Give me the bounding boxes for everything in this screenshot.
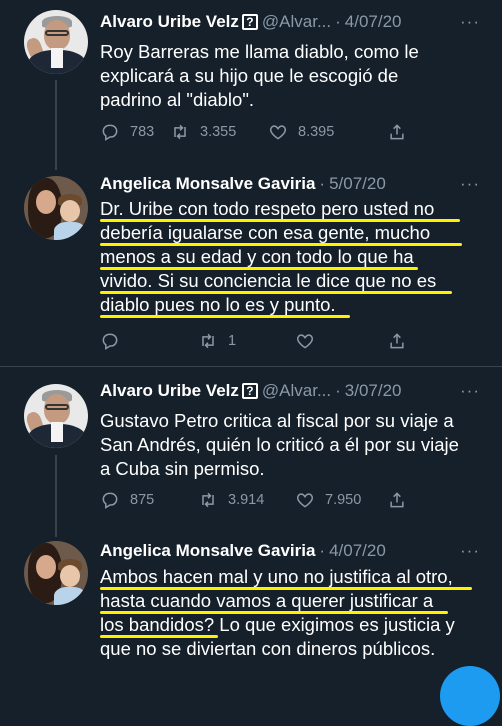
like-count: 8.395: [298, 124, 335, 140]
retweet-button[interactable]: 3.355: [170, 121, 236, 143]
display-name[interactable]: Angelica Monsalve Gaviria: [100, 539, 315, 563]
highlight-underline: [100, 243, 462, 246]
display-name[interactable]: Angelica Monsalve Gaviria: [100, 172, 315, 196]
highlight-underline: [100, 219, 460, 222]
more-options-icon[interactable]: ···: [460, 172, 480, 196]
more-options-icon[interactable]: ···: [460, 379, 480, 403]
highlight-underline: [100, 587, 472, 590]
reply-count: 783: [130, 124, 155, 140]
reply-icon: [102, 333, 118, 350]
share-icon: [390, 492, 404, 508]
share-button[interactable]: [387, 330, 407, 352]
display-name[interactable]: Alvaro Uribe Velz: [100, 379, 239, 403]
timestamp[interactable]: 3/07/20: [345, 379, 402, 403]
tweet-header: Alvaro Uribe Velz ? @Alvar... · 3/07/20 …: [100, 379, 484, 403]
separator-dot: ·: [319, 541, 326, 560]
verified-icon: ?: [241, 383, 258, 399]
action-bar: 875 3.914 7.950: [100, 489, 420, 511]
text-line: debería igualarse con esa gente, mucho: [100, 222, 431, 243]
retweet-icon: [202, 492, 214, 508]
retweet-icon: [174, 124, 186, 140]
text-line: diablo pues no lo es y punto.: [100, 294, 336, 315]
text-line: Dr. Uribe con todo respeto pero usted no: [100, 198, 435, 219]
handle[interactable]: @Alvar...: [262, 10, 331, 34]
text-line: hasta cuando vamos a querer justificar a: [100, 590, 434, 611]
reply-button[interactable]: 875: [100, 489, 154, 511]
text-line: Ambos hacen mal y uno no justifica al ot…: [100, 566, 453, 587]
verified-icon: ?: [241, 14, 258, 30]
thread-line: [55, 80, 57, 170]
tweet-text: Dr. Uribe con todo respeto pero usted no…: [100, 197, 484, 318]
like-icon: [269, 125, 287, 140]
timestamp[interactable]: 4/07/20: [329, 539, 386, 563]
display-name[interactable]: Alvaro Uribe Velz: [100, 10, 239, 34]
separator-dot: ·: [335, 12, 341, 31]
tweet-header: Angelica Monsalve Gaviria · 5/07/20 ···: [100, 172, 484, 196]
retweet-button[interactable]: 1: [198, 330, 236, 352]
timestamp[interactable]: 5/07/20: [329, 172, 386, 196]
text-line: vivido. Si su conciencia le dice que no …: [100, 270, 437, 291]
tweet-header: Angelica Monsalve Gaviria · 4/07/20 ···: [100, 539, 484, 563]
reply-icon: [102, 124, 118, 141]
retweet-count: 1: [228, 333, 237, 349]
timestamp[interactable]: 4/07/20: [345, 10, 402, 34]
action-bar: 783 3.355 8.395: [100, 121, 420, 143]
handle[interactable]: @Alvar...: [262, 379, 331, 403]
reply-button[interactable]: 783: [100, 121, 154, 143]
like-button[interactable]: [295, 330, 325, 352]
action-bar: 1: [100, 330, 420, 352]
tweet[interactable]: Alvaro Uribe Velz ? @Alvar... · 4/07/20 …: [0, 0, 502, 170]
tweet-text: Gustavo Petro critica al fiscal por su v…: [100, 410, 459, 479]
text-line: los bandidos? Lo que exigimos es justici…: [100, 614, 455, 635]
tweet[interactable]: Angelica Monsalve Gaviria · 5/07/20 ··· …: [0, 170, 502, 365]
more-options-icon[interactable]: ···: [460, 10, 480, 34]
like-icon: [296, 334, 314, 349]
retweet-count: 3.355: [200, 124, 237, 140]
share-button[interactable]: [387, 489, 407, 511]
highlight-underline: [100, 267, 418, 270]
retweet-count: 3.914: [228, 492, 265, 508]
highlight-underline: [100, 315, 350, 318]
like-count: 7.950: [325, 492, 362, 508]
tweet[interactable]: Angelica Monsalve Gaviria · 4/07/20 ··· …: [0, 537, 502, 680]
separator-dot: ·: [319, 174, 326, 193]
like-icon: [296, 493, 314, 508]
tweet-text: Roy Barreras me llama diablo, como le ex…: [100, 41, 419, 110]
share-button[interactable]: [387, 121, 407, 143]
reply-button[interactable]: [100, 330, 130, 352]
tweet-header: Alvaro Uribe Velz ? @Alvar... · 4/07/20 …: [100, 10, 484, 34]
highlight-underline: [100, 611, 448, 614]
retweet-button[interactable]: 3.914: [198, 489, 264, 511]
avatar[interactable]: [24, 10, 88, 74]
more-options-icon[interactable]: ···: [460, 539, 480, 563]
highlight-underline: [100, 291, 452, 294]
like-button[interactable]: 7.950: [295, 489, 361, 511]
tweet[interactable]: Alvaro Uribe Velz ? @Alvar... · 3/07/20 …: [0, 367, 502, 537]
separator-dot: ·: [335, 381, 341, 400]
thread-line: [55, 455, 57, 537]
share-icon: [390, 124, 404, 140]
compose-button[interactable]: [440, 666, 500, 726]
reply-icon: [102, 492, 118, 509]
highlight-underline: [100, 635, 218, 638]
text-line: menos a su edad y con todo lo que ha: [100, 246, 414, 267]
text-line: que no se diviertan con dineros públicos…: [100, 638, 436, 659]
tweet-text: Ambos hacen mal y uno no justifica al ot…: [100, 565, 484, 661]
avatar[interactable]: [24, 541, 88, 605]
avatar[interactable]: [24, 384, 88, 448]
like-button[interactable]: 8.395: [268, 121, 334, 143]
retweet-icon: [202, 333, 214, 349]
reply-count: 875: [130, 492, 155, 508]
share-icon: [390, 333, 404, 349]
avatar[interactable]: [24, 176, 88, 240]
